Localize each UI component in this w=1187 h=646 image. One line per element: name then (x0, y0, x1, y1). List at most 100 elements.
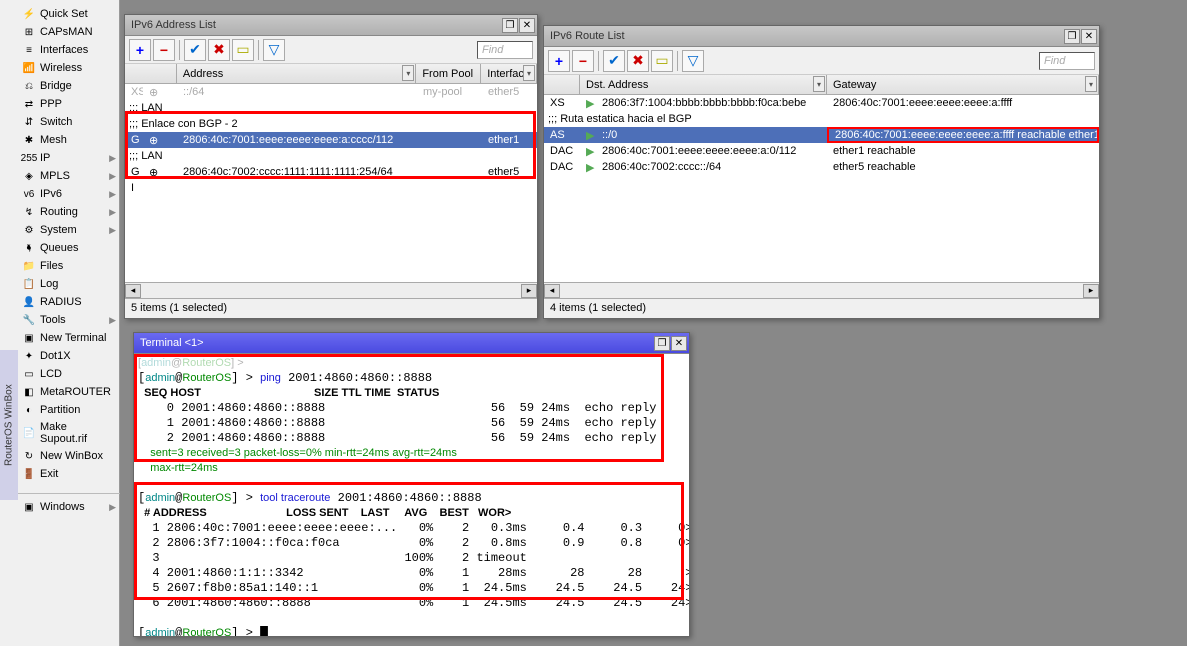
menu-label: Windows (40, 501, 109, 513)
route-row[interactable]: AS▶::/02806:40c:7001:eeee:eeee:eeee:a:ff… (544, 127, 1099, 143)
menu-icon: 📶 (22, 61, 36, 75)
chevron-right-icon: ▶ (109, 225, 116, 236)
col-flag[interactable] (544, 75, 580, 94)
address-row[interactable]: XS⊕::/64my-poolether5 (125, 84, 537, 100)
chevron-down-icon[interactable]: ▾ (1085, 76, 1097, 92)
menu-label: IPv6 (40, 188, 109, 200)
chevron-down-icon[interactable]: ▾ (523, 65, 535, 81)
address-row[interactable]: G⊕2806:40c:7001:eeee:eeee:eeee:a:cccc/11… (125, 132, 537, 148)
find-input[interactable]: Find (1039, 52, 1095, 70)
window-title: IPv6 Route List (546, 30, 1063, 42)
sidebar-item-routing[interactable]: ↯Routing▶ (18, 203, 120, 221)
close-button[interactable]: ✕ (1081, 29, 1097, 44)
menu-label: MPLS (40, 170, 109, 182)
sidebar-item-log[interactable]: 📋Log (18, 275, 120, 293)
sidebar-item-lcd[interactable]: ▭LCD (18, 365, 120, 383)
sidebar-item-ipv6[interactable]: v6IPv6▶ (18, 185, 120, 203)
sidebar-item-make-supout-rif[interactable]: 📄Make Supout.rif (18, 419, 120, 447)
scroll-left-button[interactable]: ◂ (544, 284, 560, 298)
sidebar-item-mpls[interactable]: ◈ MPLS▶ (18, 167, 120, 185)
sidebar-item-tools[interactable]: 🔧Tools▶ (18, 311, 120, 329)
sidebar-item-new-winbox[interactable]: ↻New WinBox (18, 447, 120, 465)
sidebar-item-new-terminal[interactable]: ▣New Terminal (18, 329, 120, 347)
disable-button[interactable]: ✖ (627, 50, 649, 72)
comment-row[interactable]: ;;; Enlace con BGP - 2 (125, 116, 537, 132)
route-row[interactable]: DAC▶2806:40c:7002:cccc::/64ether5 reacha… (544, 159, 1099, 175)
restore-button[interactable]: ❐ (1064, 29, 1080, 44)
remove-button[interactable]: − (153, 39, 175, 61)
sidebar-item-dot1x[interactable]: ✦Dot1X (18, 347, 120, 365)
comment-row[interactable]: ;;; LAN (125, 100, 537, 116)
menu-icon: 👤 (22, 295, 36, 309)
sidebar-item-files[interactable]: 📁Files (18, 257, 120, 275)
restore-button[interactable]: ❐ (502, 18, 518, 33)
address-row[interactable]: G⊕2806:40c:7002:cccc:1111:1111:1111:254/… (125, 164, 537, 180)
scroll-right-button[interactable]: ▸ (521, 284, 537, 298)
col-frompool[interactable]: From Pool (416, 64, 481, 83)
close-button[interactable]: ✕ (519, 18, 535, 33)
menu-icon: ◈ (22, 169, 36, 183)
sidebar-item-partition[interactable]: ◐Partition (18, 401, 120, 419)
comment-row[interactable]: ;;; LAN (125, 148, 537, 164)
enable-button[interactable]: ✔ (184, 39, 206, 61)
sidebar-item-quick-set[interactable]: ⚡Quick Set (18, 5, 120, 23)
menu-icon: 255 (22, 151, 36, 165)
comment-button[interactable]: ▭ (232, 39, 254, 61)
add-button[interactable]: + (548, 50, 570, 72)
chevron-down-icon[interactable]: ▾ (402, 65, 414, 81)
sidebar-item-wireless[interactable]: 📶Wireless (18, 59, 120, 77)
titlebar[interactable]: Terminal <1> ❐ ✕ (134, 333, 689, 354)
chevron-right-icon: ▶ (109, 171, 116, 182)
remove-button[interactable]: − (572, 50, 594, 72)
col-interface[interactable]: Interface▾ (481, 64, 537, 83)
titlebar[interactable]: IPv6 Address List ❐ ✕ (125, 15, 537, 36)
col-flag[interactable] (125, 64, 177, 83)
filter-button[interactable]: ▽ (682, 50, 704, 72)
disable-button[interactable]: ✖ (208, 39, 230, 61)
sidebar-item-queues[interactable]: 🖣Queues (18, 239, 120, 257)
scrollbar-horizontal[interactable]: ◂ ▸ (125, 282, 537, 298)
window-title: Terminal <1> (136, 337, 653, 349)
titlebar[interactable]: IPv6 Route List ❐ ✕ (544, 26, 1099, 47)
address-row[interactable]: I (125, 180, 537, 196)
menu-icon: 📄 (22, 426, 36, 440)
filter-button[interactable]: ▽ (263, 39, 285, 61)
sidebar-item-ppp[interactable]: ⇄PPP (18, 95, 120, 113)
scroll-left-button[interactable]: ◂ (125, 284, 141, 298)
sidebar-item-system[interactable]: ⚙System▶ (18, 221, 120, 239)
sidebar-item-bridge[interactable]: ⎌Bridge (18, 77, 120, 95)
grid-body[interactable]: XS▶2806:3f7:1004:bbbb:bbbb:bbbb:f0ca:beb… (544, 95, 1099, 282)
terminal-output[interactable]: [admin@RouterOS] > [admin@RouterOS] > pi… (134, 354, 689, 636)
sidebar-item-radius[interactable]: 👤RADIUS (18, 293, 120, 311)
col-dst[interactable]: Dst. Address▾ (580, 75, 827, 94)
sidebar-item-exit[interactable]: 🚪Exit (18, 465, 120, 483)
find-input[interactable]: Find (477, 41, 533, 59)
restore-button[interactable]: ❐ (654, 336, 670, 351)
sidebar-item-metarouter[interactable]: ◧MetaROUTER (18, 383, 120, 401)
sidebar-item-interfaces[interactable]: ≡Interfaces (18, 41, 120, 59)
col-address[interactable]: Address▾ (177, 64, 416, 83)
sidebar-item-ip[interactable]: 255IP▶ (18, 149, 120, 167)
sidebar-item-windows[interactable]: ▣Windows▶ (18, 498, 120, 516)
chevron-down-icon[interactable]: ▾ (813, 76, 825, 92)
sidebar-item-capsman[interactable]: ⊞CAPsMAN (18, 23, 120, 41)
grid-header: Address▾ From Pool Interface▾ (125, 64, 537, 84)
route-row[interactable]: XS▶2806:3f7:1004:bbbb:bbbb:bbbb:f0ca:beb… (544, 95, 1099, 111)
sidebar-item-mesh[interactable]: ✱Mesh (18, 131, 120, 149)
comment-button[interactable]: ▭ (651, 50, 673, 72)
col-gateway[interactable]: Gateway▾ (827, 75, 1099, 94)
scrollbar-horizontal[interactable]: ◂ ▸ (544, 282, 1099, 298)
menu-icon: ⇵ (22, 115, 36, 129)
route-row[interactable]: DAC▶2806:40c:7001:eeee:eeee:eeee:a:0/112… (544, 143, 1099, 159)
scroll-right-button[interactable]: ▸ (1083, 284, 1099, 298)
comment-row[interactable]: ;;; Ruta estatica hacia el BGP (544, 111, 1099, 127)
menu-icon: ⇄ (22, 97, 36, 111)
sidebar-item-switch[interactable]: ⇵Switch (18, 113, 120, 131)
windows-icon: ▣ (22, 500, 36, 514)
enable-button[interactable]: ✔ (603, 50, 625, 72)
toolbar: + − ✔ ✖ ▭ ▽ Find (125, 36, 537, 64)
close-button[interactable]: ✕ (671, 336, 687, 351)
add-button[interactable]: + (129, 39, 151, 61)
menu-label: MetaROUTER (40, 386, 116, 398)
grid-body[interactable]: XS⊕::/64my-poolether5;;; LAN;;; Enlace c… (125, 84, 537, 282)
